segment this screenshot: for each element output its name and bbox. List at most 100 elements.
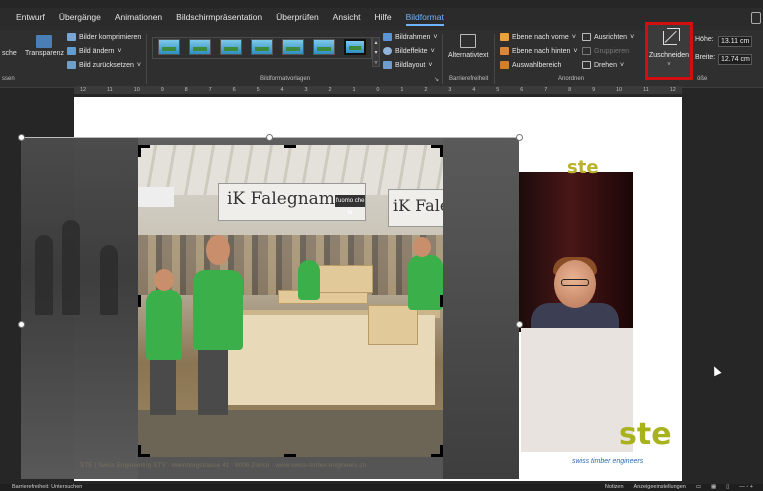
bring-forward-icon: [500, 33, 509, 41]
ruler-tick-label: 3: [448, 87, 452, 93]
align-icon: [582, 33, 591, 41]
crop-handle-top[interactable]: [284, 145, 296, 148]
rotate-icon: [582, 61, 591, 69]
tab-ueberpruefen[interactable]: Überprüfen: [276, 12, 319, 26]
picture-style-4[interactable]: [251, 39, 273, 55]
banner-falegna: iK Falegna: [388, 189, 443, 227]
ruler-tick-label: 3: [304, 87, 308, 93]
horizontal-ruler: 12 11 10 9 8 7 6 5 4 3 2 1 0 1 2 3 4 5 6 7 8 9 10 11 12: [74, 86, 682, 94]
worker-right-head: [413, 237, 431, 257]
alternativtext-button[interactable]: Alternativtext: [448, 52, 488, 59]
tab-hilfe[interactable]: Hilfe: [375, 12, 392, 26]
ribbon-separator: [146, 34, 147, 84]
bildlayout-button[interactable]: Bildlayout ˅: [383, 61, 432, 69]
resize-handle-top-right[interactable]: [516, 134, 523, 141]
worker-legs: [150, 355, 176, 415]
bild-zuruecksetzen-label: Bild zurücksetzen: [79, 61, 134, 69]
status-right-group: Notizen Anzeigeeinstellungen ▭ ▦ ▯ — ◦ +: [605, 484, 753, 491]
bildrahmen-label: Bildrahmen: [395, 33, 431, 41]
reading-view-icon[interactable]: ▯: [726, 484, 729, 491]
picture-style-1[interactable]: [158, 39, 180, 55]
tab-bildschirmpraesentation[interactable]: Bildschirmpräsentation: [176, 12, 262, 26]
ruler-tick-label: 10: [133, 87, 140, 93]
banner-right-text: iK Falegna: [393, 196, 443, 215]
picture-effects-icon: [383, 47, 392, 55]
resize-handle-right[interactable]: [516, 321, 523, 328]
picture-layout-icon: [383, 61, 392, 69]
gallery-scroll-buttons[interactable]: ▴ ▾ ▿: [372, 37, 380, 67]
tab-animationen[interactable]: Animationen: [115, 12, 162, 26]
bild-aendern-label: Bild ändern: [79, 47, 115, 55]
transparency-icon: [36, 35, 52, 48]
drehen-label: Drehen: [594, 61, 617, 69]
picture-style-5[interactable]: [282, 39, 304, 55]
speaker-glasses: [561, 279, 589, 286]
alt-text-icon: [460, 34, 476, 48]
tab-entwurf[interactable]: Entwurf: [16, 12, 45, 26]
picture-style-6[interactable]: [313, 39, 335, 55]
dialog-launcher-icon[interactable]: ↘: [434, 76, 439, 83]
bildeffekte-button[interactable]: Bildeffekte ˅: [383, 47, 435, 55]
crop-handle-top-right[interactable]: [440, 145, 443, 157]
crop-handle-bottom[interactable]: [284, 454, 296, 457]
slide-sorter-icon[interactable]: ▦: [711, 484, 716, 491]
transparenz-button[interactable]: Transparenz: [25, 50, 64, 57]
notes-button[interactable]: Notizen: [605, 484, 624, 491]
crop-handle-top-left[interactable]: [138, 145, 141, 157]
display-settings-button[interactable]: Anzeigeeinstellungen: [634, 484, 686, 491]
crop-handle-left[interactable]: [138, 295, 141, 307]
tab-uebergaenge[interactable]: Übergänge: [59, 12, 101, 26]
ruler-tick-label: 1: [352, 87, 356, 93]
banner-main-text: iK Falegname: [227, 189, 345, 209]
status-bar: Barrierefreiheit: Untersuchen Notizen An…: [0, 484, 763, 491]
zuschneiden-button[interactable]: Zuschneiden ˅: [645, 22, 693, 80]
change-picture-icon: [67, 47, 76, 55]
comments-icon[interactable]: [751, 12, 761, 24]
resize-handle-left[interactable]: [18, 321, 25, 328]
tab-bildformat[interactable]: Bildformat: [405, 12, 444, 26]
resize-handle-top-left[interactable]: [18, 134, 25, 141]
chevron-down-icon: ˅: [667, 62, 671, 68]
send-backward-icon: [500, 47, 509, 55]
hoehe-input[interactable]: 13.11 cm: [718, 36, 752, 47]
auswahlbereich-button[interactable]: Auswahlbereich: [500, 61, 561, 69]
tab-ansicht[interactable]: Ansicht: [333, 12, 361, 26]
worker-left-head: [206, 235, 230, 265]
picture-style-2[interactable]: [189, 39, 211, 55]
resize-handle-top[interactable]: [266, 134, 273, 141]
accessibility-status[interactable]: Barrierefreiheit: Untersuchen: [12, 484, 82, 491]
ste-logo-small: ste: [567, 157, 599, 178]
bild-aendern-button[interactable]: Bild ändern ˅: [67, 47, 122, 55]
ruler-tick-label: 4: [472, 87, 476, 93]
ruler-tick-label: 5: [496, 87, 500, 93]
bilder-komprimieren-button[interactable]: Bilder komprimieren: [67, 33, 141, 41]
ausrichten-button[interactable]: Ausrichten ˅: [582, 33, 634, 41]
breite-input[interactable]: 12.74 cm: [718, 54, 752, 65]
ebene-nach-hinten-button[interactable]: Ebene nach hinten ˅: [500, 47, 577, 55]
chevron-down-icon: ˅: [430, 47, 435, 55]
ribbon-partial-button[interactable]: sche: [2, 50, 17, 57]
crop-handle-bottom-left[interactable]: [138, 445, 141, 457]
picture-style-7[interactable]: [344, 39, 366, 55]
selection-pane-icon: [500, 61, 509, 69]
crop-icon: [663, 28, 680, 45]
ebene-nach-vorne-button[interactable]: Ebene nach vorne ˅: [500, 33, 576, 41]
ste-logo-large: ste: [619, 417, 672, 452]
bildrahmen-button[interactable]: Bildrahmen ˅: [383, 33, 438, 41]
ruler-tick-label: 9: [592, 87, 596, 93]
reset-picture-icon: [67, 61, 76, 69]
ruler-tick-label: 11: [107, 87, 113, 93]
picture-style-3[interactable]: [220, 39, 242, 55]
normal-view-icon[interactable]: ▭: [696, 484, 701, 491]
chevron-down-icon: ˅: [136, 61, 141, 69]
crop-handle-right[interactable]: [440, 295, 443, 307]
bild-zuruecksetzen-button[interactable]: Bild zurücksetzen ˅: [67, 61, 141, 69]
drehen-button[interactable]: Drehen ˅: [582, 61, 624, 69]
crop-handle-bottom-right[interactable]: [440, 445, 443, 457]
workshop-photo[interactable]: iK Falegname l'uomo che fa iK Falegna: [138, 145, 443, 457]
zoom-slider[interactable]: — ◦ +: [739, 484, 753, 491]
ruler-tick-label: 7: [544, 87, 548, 93]
ruler-tick-label: 11: [643, 87, 649, 93]
gruppieren-button[interactable]: Gruppieren: [582, 47, 629, 55]
group-icon: [582, 47, 591, 55]
